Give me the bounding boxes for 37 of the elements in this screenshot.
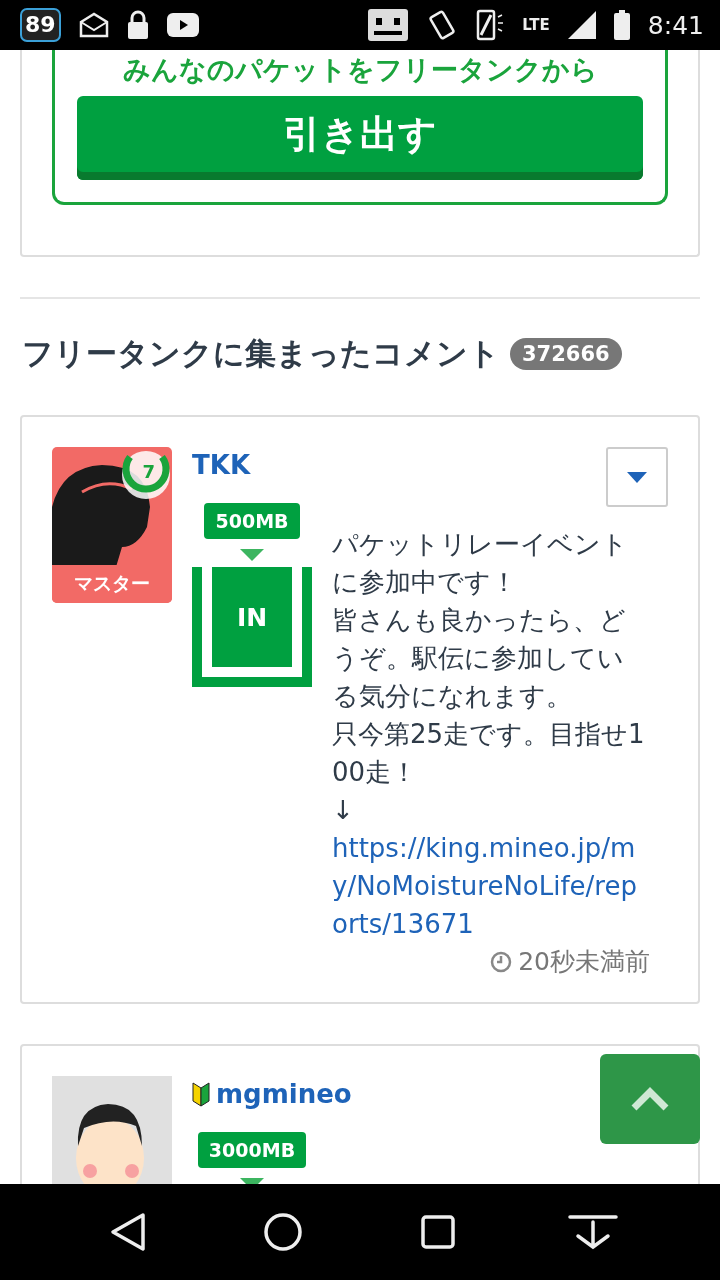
dropdown-button[interactable] [606,447,668,507]
user-name[interactable]: TKK [192,450,251,480]
level-number: 7 [142,461,155,482]
packet-amount: 500MB [204,503,300,539]
lock-icon [126,10,149,40]
packet-amount: 3000MB [197,1132,307,1168]
home-icon [263,1213,302,1251]
transfer-direction: IN [212,567,292,667]
signal-icon [567,11,596,39]
comment-text: 皆さんも良かったら、どうぞ。駅伝に参加している気分になれます。 [332,604,627,713]
clock-time: 8:41 [647,10,704,40]
comment-text: 只今第25走です。目指せ100走！ [332,718,646,789]
video-play-icon [166,13,199,37]
comment-count: 372666 [510,338,622,370]
user-name[interactable]: mgmineo [216,1079,352,1109]
back-icon [109,1212,146,1252]
rank-label: マスター [52,565,172,603]
voicemail-icon [368,9,409,41]
recents-icon [420,1215,455,1249]
comment-link[interactable]: https://king.mineo.jp/my/NoMoistureNoLife/reports/13671 [332,829,650,943]
freetank-caption: みんなのパケットをフリータンクから [122,53,598,87]
section-title: フリータンクに集まったコメント [22,334,500,373]
post-time: 20秒未満前 [518,946,650,978]
mail-icon [78,12,109,38]
chevron-up-icon [630,1087,670,1111]
caret-icon [627,471,647,483]
comment-text: パケットリレーイベントに参加中です！ [332,528,629,599]
battery-icon [613,10,630,40]
phone-signal-icon [476,9,505,41]
notification-count: 89 [20,8,61,42]
pull-down-icon [567,1214,618,1250]
clock-icon [490,950,513,973]
network-type: LTE [522,16,550,34]
withdraw-button[interactable]: 引き出す [77,96,643,180]
scroll-top-button[interactable] [600,1054,700,1144]
comment-text: ↓ [332,794,355,827]
down-triangle-icon [240,549,264,561]
